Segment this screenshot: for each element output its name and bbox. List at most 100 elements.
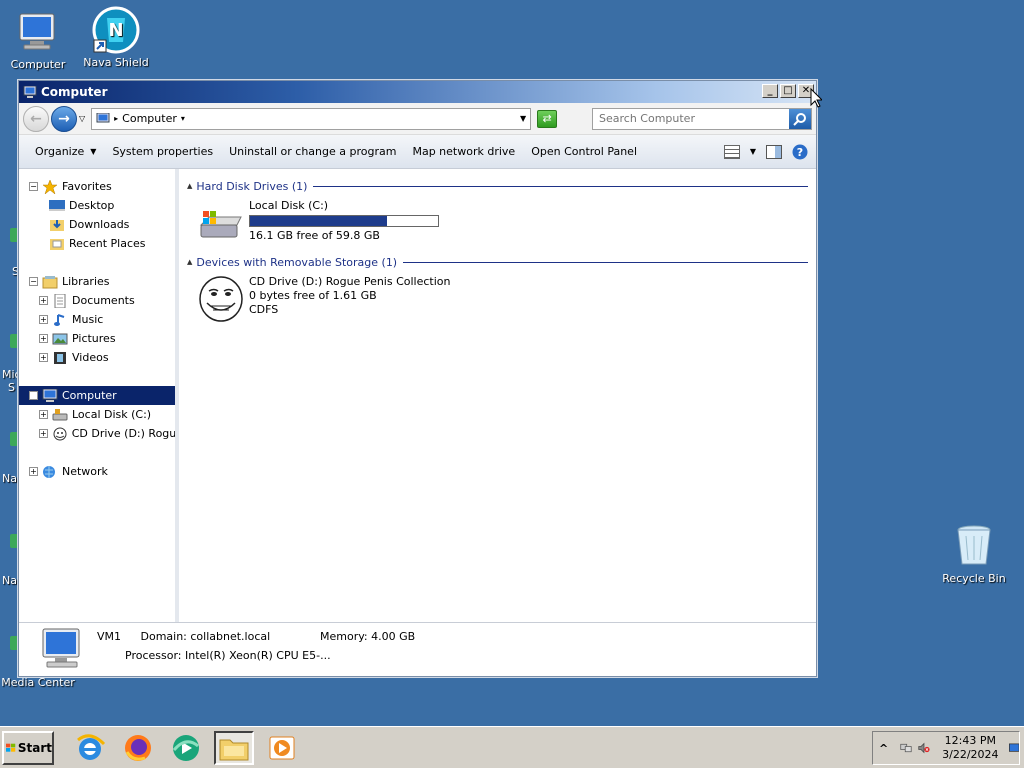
address-dropdown-icon[interactable]: ▼ <box>520 114 526 123</box>
drive-filesystem: CDFS <box>249 303 279 316</box>
dropdown-arrow-icon: ▼ <box>90 147 97 156</box>
taskbar-firefox[interactable] <box>118 731 158 765</box>
system-properties-button[interactable]: System properties <box>104 140 221 164</box>
organize-button[interactable]: Organize ▼ <box>27 140 104 164</box>
nav-downloads[interactable]: Downloads <box>19 215 175 234</box>
taskbar-internet-explorer[interactable] <box>70 731 110 765</box>
group-header-removable-storage[interactable]: ▲ Devices with Removable Storage (1) <box>187 253 808 271</box>
nav-libraries[interactable]: − Libraries <box>19 272 175 291</box>
breadcrumb-dropdown-icon[interactable]: ▾ <box>181 114 185 123</box>
show-hidden-icons-button[interactable]: ^ <box>879 742 888 755</box>
nav-music[interactable]: + Music <box>19 310 175 329</box>
drive-free-space: 16.1 GB free of 59.8 GB <box>249 229 380 242</box>
documents-icon <box>54 293 66 308</box>
search-input[interactable] <box>599 112 779 125</box>
videos-icon <box>54 351 66 364</box>
disk-usage-bar <box>249 215 439 227</box>
drive-item-cd-drive[interactable]: CD Drive (D:) Rogue Penis Collection 0 b… <box>187 271 808 329</box>
nav-label: Libraries <box>62 275 110 288</box>
view-dropdown-icon[interactable]: ▼ <box>750 147 756 156</box>
taskbar-media-center[interactable] <box>262 731 302 765</box>
taskbar-media-player[interactable] <box>166 731 206 765</box>
nav-recent-places[interactable]: Recent Places <box>19 234 175 253</box>
refresh-button[interactable]: ⇄ <box>537 109 558 128</box>
breadcrumb-chevron-icon[interactable]: ▸ <box>114 114 118 123</box>
hard-drive-icon <box>52 408 68 420</box>
expand-icon[interactable]: + <box>39 315 48 324</box>
nav-computer[interactable]: − Computer <box>19 386 175 405</box>
history-dropdown-icon[interactable]: ▽ <box>79 114 85 123</box>
desktop-folder-icon <box>49 199 65 211</box>
map-network-drive-button[interactable]: Map network drive <box>404 140 523 164</box>
collapse-arrow-icon[interactable]: ▲ <box>187 182 192 190</box>
command-bar: Organize ▼ System properties Uninstall or… <box>19 135 816 169</box>
address-box[interactable]: ▸ Computer ▾ ▼ <box>91 107 532 130</box>
nav-local-disk[interactable]: + Local Disk (C:) <box>19 405 175 424</box>
help-icon[interactable]: ? <box>792 144 808 160</box>
group-divider <box>313 185 808 187</box>
change-view-icon[interactable] <box>723 144 740 159</box>
drive-name: Local Disk (C:) <box>249 199 329 212</box>
desktop-icon-nava-shield[interactable]: N Nava Shield <box>76 6 156 69</box>
expand-icon[interactable]: + <box>39 334 48 343</box>
expand-icon[interactable]: + <box>39 410 48 419</box>
nav-desktop[interactable]: Desktop <box>19 196 175 215</box>
window-title: Computer <box>41 85 108 99</box>
expand-icon[interactable]: + <box>29 467 38 476</box>
group-header-hard-disk-drives[interactable]: ▲ Hard Disk Drives (1) <box>187 177 808 195</box>
network-status-icon[interactable] <box>900 741 912 755</box>
windows-logo-icon <box>6 743 16 752</box>
media-player-icon <box>172 734 199 761</box>
search-icon[interactable] <box>789 108 811 129</box>
breadcrumb-computer[interactable]: Computer <box>122 112 177 125</box>
desktop-icon-recycle-bin[interactable]: Recycle Bin <box>934 522 1014 585</box>
cd-drive-icon <box>199 276 243 322</box>
computer-icon <box>96 112 110 122</box>
back-button[interactable]: ← <box>23 105 49 132</box>
preview-pane-icon[interactable] <box>766 144 782 159</box>
desktop-icon-computer[interactable]: Computer <box>0 8 78 71</box>
expand-icon[interactable]: + <box>39 296 48 305</box>
search-box <box>592 107 812 130</box>
open-control-panel-button[interactable]: Open Control Panel <box>523 140 645 164</box>
taskbar-windows-explorer[interactable] <box>214 730 254 765</box>
maximize-button[interactable]: □ <box>780 84 796 98</box>
collapse-icon[interactable]: − <box>29 182 38 191</box>
nav-label: Videos <box>72 351 109 364</box>
uninstall-program-button[interactable]: Uninstall or change a program <box>221 140 404 164</box>
drive-item-local-disk[interactable]: Local Disk (C:) 16.1 GB free of 59.8 GB <box>187 195 808 253</box>
computer-icon <box>42 628 80 668</box>
nav-favorites[interactable]: − Favorites <box>19 177 175 196</box>
minimize-button[interactable]: _ <box>762 84 778 98</box>
collapse-icon[interactable]: − <box>29 391 38 400</box>
collapse-arrow-icon[interactable]: ▲ <box>187 258 192 266</box>
nav-documents[interactable]: + Documents <box>19 291 175 310</box>
group-title: Hard Disk Drives (1) <box>196 179 308 193</box>
group-title: Devices with Removable Storage (1) <box>196 255 398 269</box>
nav-videos[interactable]: + Videos <box>19 348 175 367</box>
domain-info: Domain: collabnet.local <box>140 630 271 643</box>
title-bar[interactable]: Computer _ □ ✕ <box>19 81 816 103</box>
group-divider <box>403 261 808 263</box>
expand-icon[interactable]: + <box>39 429 48 438</box>
forward-button[interactable]: → <box>51 105 77 132</box>
start-button[interactable]: Start <box>2 730 54 765</box>
nav-cd-drive[interactable]: + CD Drive (D:) Rogue P <box>19 424 175 443</box>
volume-muted-icon[interactable] <box>918 741 930 755</box>
clock[interactable]: 12:43 PM 3/22/2024 <box>942 734 998 762</box>
shield-icon: N <box>92 6 140 54</box>
nav-network[interactable]: + Network <box>19 462 175 481</box>
network-icon <box>43 465 55 478</box>
desktop-icon-media-center[interactable]: Media Center <box>0 676 78 692</box>
computer-name: VM1 <box>97 630 122 643</box>
nav-label: Favorites <box>62 180 112 193</box>
recycle-bin-icon <box>950 522 998 570</box>
expand-icon[interactable]: + <box>39 353 48 362</box>
nav-pictures[interactable]: + Pictures <box>19 329 175 348</box>
collapse-icon[interactable]: − <box>29 277 38 286</box>
address-bar-row: ← → ▽ ▸ Computer ▾ ▼ ⇄ <box>19 103 816 135</box>
computer-icon <box>23 86 37 98</box>
show-desktop-icon[interactable] <box>1008 742 1019 754</box>
organize-label: Organize <box>35 145 85 158</box>
recent-places-icon <box>50 238 64 250</box>
